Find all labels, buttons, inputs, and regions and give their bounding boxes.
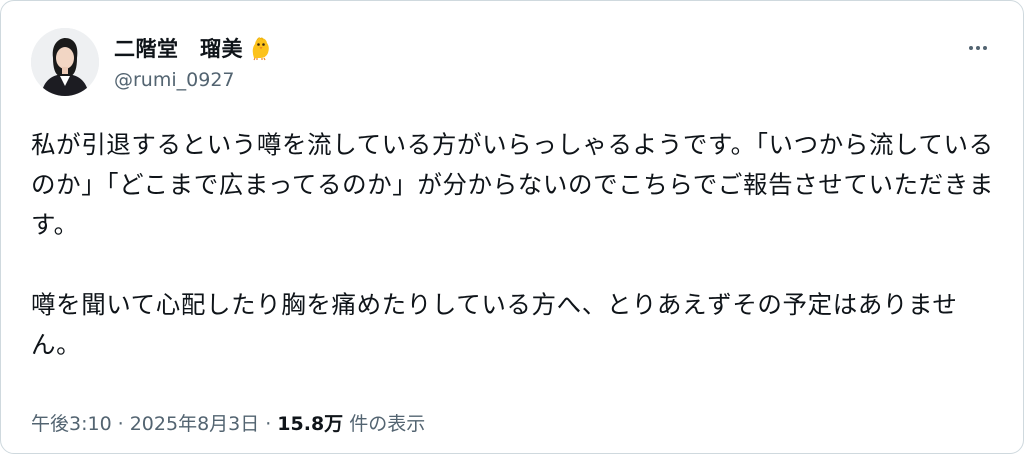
meta-separator: · — [265, 413, 272, 435]
post-paragraph: 私が引退するという噂を流している方がいらっしゃるようです。「いつから流しているの… — [31, 130, 994, 239]
more-dot-icon — [983, 46, 987, 50]
post-time[interactable]: 午後3:10 — [31, 409, 112, 436]
post-card: 二階堂 瑠美 @rumi_0927 私が引退するという噂を流している方がいらっし… — [0, 0, 1024, 454]
more-dot-icon — [969, 46, 973, 50]
post-text: 私が引退するという噂を流している方がいらっしゃるようです。「いつから流しているの… — [31, 125, 1001, 365]
display-name[interactable]: 二階堂 瑠美 — [114, 33, 243, 63]
author-name-row[interactable]: 二階堂 瑠美 — [114, 32, 273, 64]
more-dot-icon — [976, 46, 980, 50]
post-paragraph: 噂を聞いて心配したり胸を痛めたりしている方へ、とりあえずその予定はありません。 — [31, 290, 958, 359]
baby-chick-icon — [247, 35, 273, 61]
author-handle[interactable]: @rumi_0927 — [114, 69, 235, 91]
post-date[interactable]: 2025年8月3日 — [130, 409, 260, 436]
view-count: 15.8万 — [277, 413, 344, 435]
avatar-image — [31, 28, 99, 96]
more-options-button[interactable] — [963, 37, 993, 59]
avatar[interactable] — [31, 28, 99, 96]
meta-separator: · — [117, 413, 124, 435]
view-label: 件の表示 — [349, 413, 426, 435]
post-meta: 午後3:10 · 2025年8月3日 · 15.8万 件の表示 — [31, 409, 425, 436]
